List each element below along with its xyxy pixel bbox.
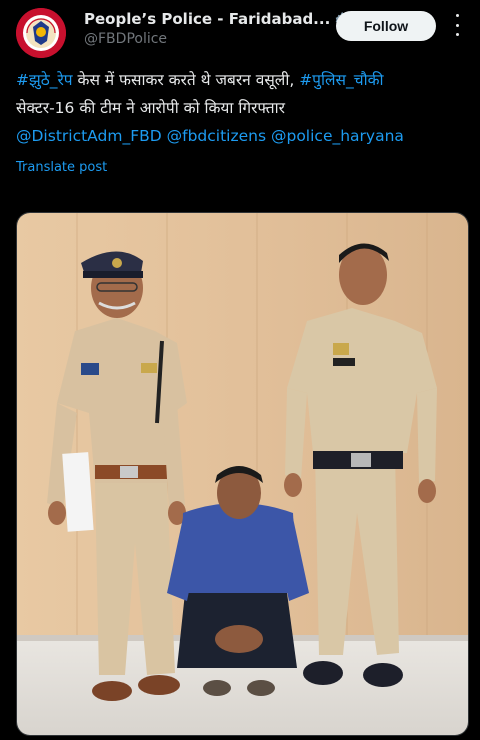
avatar[interactable] xyxy=(16,8,66,58)
post-text: #झुठे_रेप केस में फसाकर करते थे जबरन वसू… xyxy=(16,66,466,150)
account-handle[interactable]: @FBDPolice xyxy=(84,31,167,47)
mention-link[interactable]: @DistrictAdm_FBD xyxy=(16,127,162,145)
follow-button[interactable]: Follow xyxy=(336,11,436,41)
account-name[interactable]: People’s Police - Faridabad... xyxy=(84,10,330,28)
mention-link[interactable]: @fbdcitizens xyxy=(167,127,266,145)
post-photo[interactable] xyxy=(16,212,469,736)
translate-post-link[interactable]: Translate post xyxy=(16,160,107,175)
hashtag-link[interactable]: #पुलिस_चौकी xyxy=(299,71,383,89)
haryana-police-logo-icon xyxy=(16,8,66,58)
post-photo-illustration xyxy=(17,213,468,735)
post-text-part: सेक्टर-16 की टीम ने आरोपी को किया गिरफ्त… xyxy=(16,99,285,117)
hashtag-link[interactable]: #झुठे_रेप xyxy=(16,71,73,89)
post-text-part: केस में फसाकर करते थे जबरन वसूली, xyxy=(72,71,300,89)
account-name-row[interactable]: People’s Police - Faridabad... xyxy=(84,10,350,28)
more-options-icon[interactable] xyxy=(452,14,462,36)
mention-link[interactable]: @police_haryana xyxy=(271,127,404,145)
